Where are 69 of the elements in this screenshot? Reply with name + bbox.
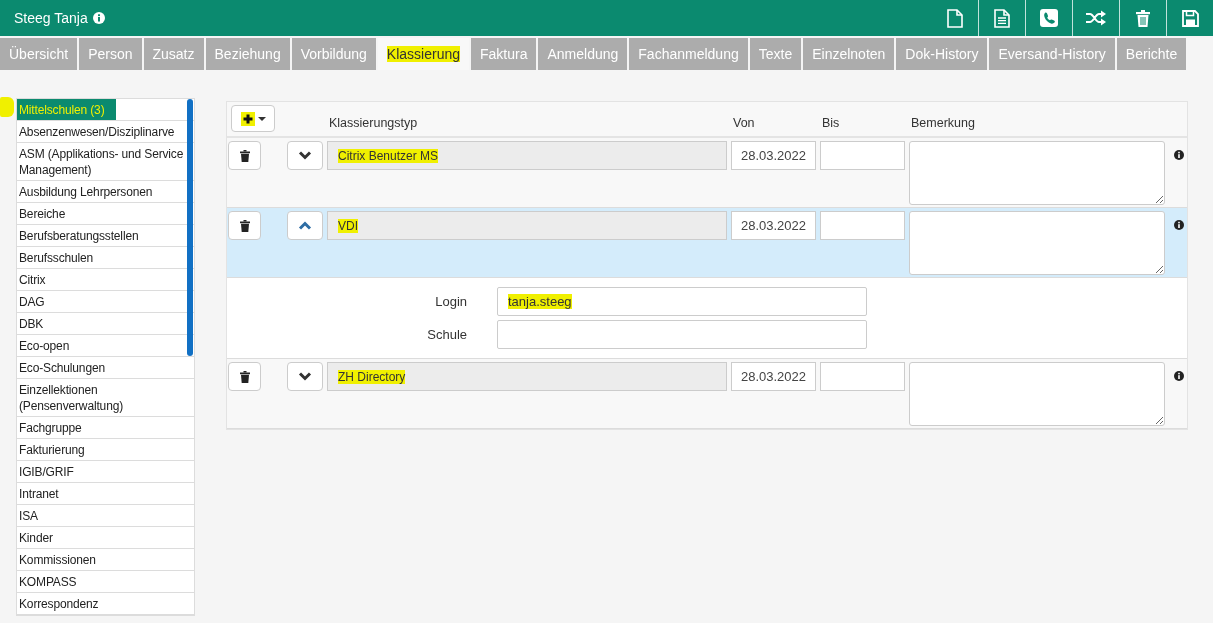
chevron-down-icon: [298, 372, 312, 381]
category-item[interactable]: DBK: [17, 313, 194, 334]
date-field[interactable]: 28.03.2022: [731, 211, 816, 240]
trash-icon: [239, 370, 250, 383]
column-header: Bis: [821, 116, 841, 132]
category-item[interactable]: Kommissionen: [17, 549, 194, 570]
caret-icon: [257, 116, 266, 121]
date-field[interactable]: [820, 211, 905, 240]
type-field[interactable]: ZH Directory: [327, 362, 727, 391]
column-header: Klassierungstyp: [328, 116, 419, 132]
column-header: Bemerkung: [910, 116, 976, 132]
category-item[interactable]: IGIB/GRIF: [17, 461, 194, 482]
date-field[interactable]: 28.03.2022: [731, 141, 816, 170]
category-item[interactable]: ISA: [17, 505, 194, 526]
category-item[interactable]: Kinder: [17, 527, 194, 548]
trash-icon: [239, 149, 250, 162]
record-title: Steeg Tanja: [14, 10, 88, 26]
delete-button[interactable]: [228, 362, 261, 391]
column-header: Von: [732, 116, 756, 132]
delete-button[interactable]: [228, 141, 261, 170]
category-item[interactable]: DAG: [17, 291, 194, 312]
category-item[interactable]: Berufsberatungsstellen: [17, 225, 194, 246]
remark-field[interactable]: [909, 211, 1165, 275]
field-label: Login: [434, 294, 467, 309]
category-item[interactable]: ASM (Applikations- und Service Management): [17, 143, 194, 180]
chevron-down-icon: [298, 151, 312, 160]
info-icon: [92, 12, 105, 24]
category-item[interactable]: Mittelschulen (3): [17, 99, 117, 120]
field-label: Schule: [426, 327, 467, 342]
expand-button[interactable]: [287, 362, 323, 391]
chevron-up-icon: [298, 221, 312, 230]
delete-button[interactable]: [228, 211, 261, 240]
category-item[interactable]: KOMPASS: [17, 571, 194, 592]
category-item[interactable]: Eco-Schulungen: [17, 357, 194, 378]
category-item[interactable]: Absenzenwesen/Disziplinarve: [17, 121, 194, 142]
info-icon: [1174, 371, 1184, 381]
type-field[interactable]: Citrix Benutzer MS: [327, 141, 727, 170]
category-item[interactable]: Fachgruppe: [17, 417, 194, 438]
document-icon: [994, 8, 1010, 28]
category-item[interactable]: Korrespondenz: [17, 593, 194, 614]
add-button[interactable]: [231, 105, 275, 132]
category-item[interactable]: Bereiche: [17, 203, 194, 224]
date-field[interactable]: [820, 141, 905, 170]
info-icon: [1174, 150, 1184, 160]
info-icon: [1174, 220, 1184, 230]
remark-field[interactable]: [909, 362, 1165, 426]
highlight-stroke: [0, 97, 14, 117]
save-icon: [1181, 9, 1199, 27]
file-icon: [946, 8, 963, 28]
text-field[interactable]: tanja.steeg: [497, 287, 867, 316]
category-item[interactable]: Citrix: [17, 269, 194, 290]
category-item[interactable]: Eco-open: [17, 335, 194, 356]
scrollbar-thumb[interactable]: [187, 99, 193, 356]
category-item[interactable]: Einzellektionen (Pensenverwaltung): [17, 379, 194, 416]
category-item[interactable]: Fakturierung: [17, 439, 194, 460]
text-field[interactable]: [497, 320, 867, 349]
category-item[interactable]: Ausbildung Lehrpersonen: [17, 181, 194, 202]
trash-icon: [1136, 9, 1150, 27]
category-item[interactable]: Berufsschulen: [17, 247, 194, 268]
type-field[interactable]: VDI: [327, 211, 727, 240]
date-field[interactable]: 28.03.2022: [731, 362, 816, 391]
trash-icon: [239, 219, 250, 232]
shuffle-icon: [1086, 10, 1106, 26]
phone-icon: [1040, 9, 1058, 27]
remark-field[interactable]: [909, 141, 1165, 205]
date-field[interactable]: [820, 362, 905, 391]
category-item[interactable]: Intranet: [17, 483, 194, 504]
expand-button[interactable]: [287, 211, 323, 240]
expand-button[interactable]: [287, 141, 323, 170]
